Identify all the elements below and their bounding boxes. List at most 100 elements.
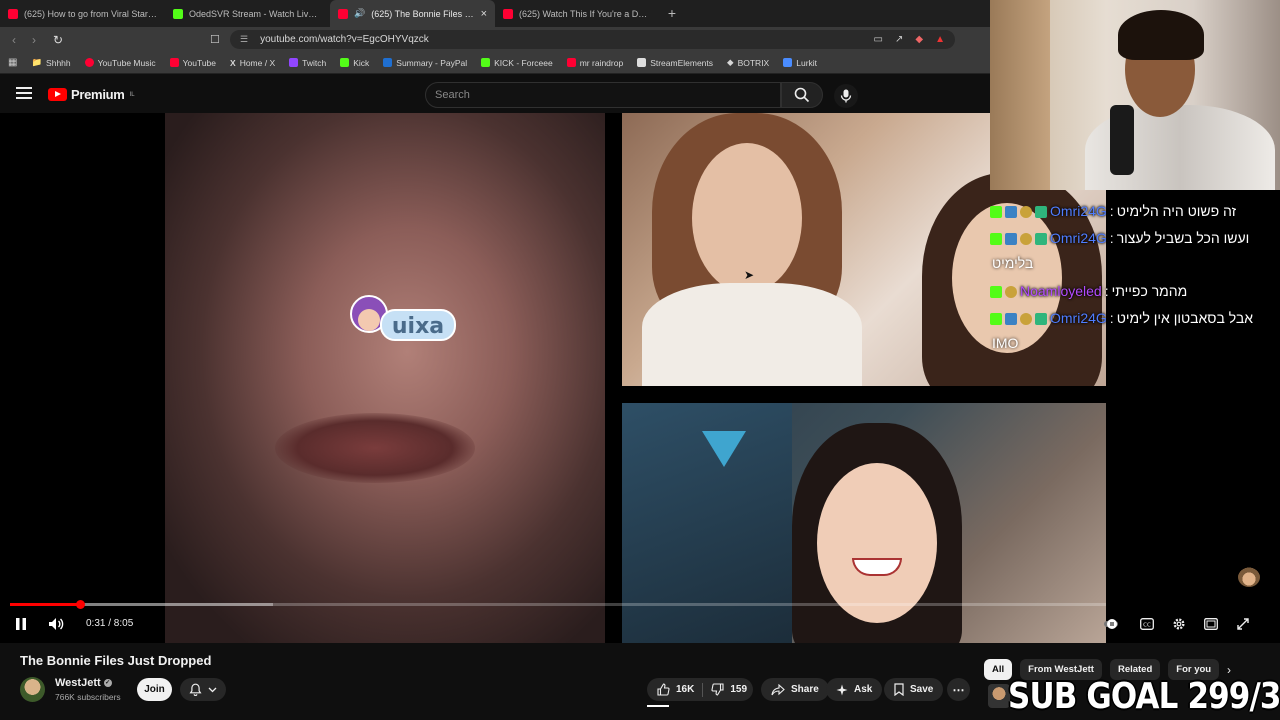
- bookmark-item[interactable]: YouTube Music: [84, 58, 156, 68]
- bookmark-item[interactable]: mr raindrop: [566, 58, 623, 68]
- mouse-cursor-icon: ➤: [744, 268, 755, 282]
- bookmark-item[interactable]: Kick: [340, 58, 369, 68]
- forward-icon[interactable]: ›: [24, 33, 44, 47]
- chat-username: Omri24G: [1050, 310, 1107, 326]
- reload-icon[interactable]: ↻: [48, 33, 68, 47]
- autoplay-icon: [1104, 619, 1118, 629]
- bookmark-item[interactable]: ◆ BOTRIX: [727, 57, 769, 68]
- subscription-bell-button[interactable]: [180, 678, 226, 701]
- subscriber-badge-icon: [1005, 205, 1017, 218]
- chat-message-continuation: IMO: [992, 335, 1019, 351]
- channel-name-link[interactable]: WestJett ✓: [55, 677, 112, 689]
- gift-badge-icon: [1020, 232, 1032, 245]
- kick-icon: [340, 58, 350, 67]
- url-text: youtube.com/watch?v=EgcOHYVqzck: [260, 34, 429, 45]
- progress-bar[interactable]: [10, 600, 1106, 609]
- search-icon: [794, 87, 810, 103]
- uixa-sticker: uixa: [350, 295, 456, 341]
- chevron-right-icon[interactable]: ›: [1227, 663, 1231, 677]
- youtube-logo[interactable]: Premium IL: [48, 87, 135, 102]
- thumbs-up-icon: [657, 683, 670, 696]
- lurkit-icon: [783, 58, 793, 67]
- chat-message: Omri24G : ועשו הכל בשביל לעצור: [990, 225, 1280, 252]
- save-button[interactable]: Save: [884, 678, 944, 701]
- channel-avatar[interactable]: [20, 677, 45, 702]
- extension-icon[interactable]: ▲: [935, 34, 945, 45]
- video-title: The Bonnie Files Just Dropped: [20, 653, 212, 668]
- apps-grid-icon[interactable]: ▦: [8, 57, 17, 68]
- dislike-button[interactable]: 159: [703, 683, 755, 696]
- cast-icon[interactable]: ▭: [874, 34, 883, 45]
- back-icon[interactable]: ‹: [4, 33, 24, 47]
- twitch-icon: [289, 58, 299, 67]
- browser-tab[interactable]: (625) Watch This If You're a Depress: [495, 0, 660, 27]
- close-tab-icon[interactable]: ×: [481, 8, 487, 20]
- chevron-down-icon: [208, 687, 217, 692]
- chat-message-text: ועשו הכל בשביל לעצור: [1116, 230, 1250, 246]
- pause-button[interactable]: [14, 616, 28, 632]
- stream-chat-overlay: Omri24G : זה פשוט היה הלימיט Omri24G : ו…: [990, 198, 1280, 354]
- autoplay-toggle[interactable]: [1103, 616, 1119, 632]
- more-horizontal-icon: ⋯: [952, 682, 965, 697]
- streamer-webcam: [990, 0, 1280, 190]
- more-actions-button[interactable]: ⋯: [947, 678, 970, 701]
- gift-badge-icon: [1005, 285, 1017, 298]
- theater-mode-icon: [1204, 618, 1218, 630]
- ask-button[interactable]: Ask: [826, 678, 883, 701]
- youtube-favicon-icon: [338, 8, 348, 19]
- dislike-count: 159: [730, 684, 748, 695]
- volume-button[interactable]: [48, 616, 64, 632]
- theater-mode-button[interactable]: [1203, 616, 1219, 632]
- search-button[interactable]: [781, 82, 823, 108]
- site-settings-icon[interactable]: ☰: [240, 34, 248, 45]
- browser-tab[interactable]: (625) How to go from Viral Star to Se: [0, 0, 165, 27]
- browser-tab-strip: (625) How to go from Viral Star to Se Od…: [0, 0, 990, 27]
- settings-button[interactable]: [1171, 616, 1187, 632]
- bookmark-icon[interactable]: ☐: [210, 33, 220, 46]
- tab-title: (625) The Bonnie Files Just Di: [371, 8, 475, 19]
- browser-tab[interactable]: OdedSVR Stream - Watch Live on Ki: [165, 0, 330, 27]
- bookmark-item[interactable]: X Home / X: [230, 58, 275, 68]
- sub-goal-emote: [988, 684, 1010, 708]
- video-frame-left: [165, 113, 605, 643]
- bookmark-item[interactable]: 📁 Shhhh: [31, 57, 70, 68]
- vip-badge-icon: [1035, 205, 1047, 218]
- extension-icon[interactable]: ◆: [915, 34, 923, 45]
- share-button[interactable]: Share: [761, 678, 829, 701]
- bookmark-item[interactable]: Summary - PayPal: [383, 58, 467, 68]
- fullscreen-button[interactable]: [1235, 616, 1251, 632]
- bookmark-item[interactable]: StreamElements: [637, 58, 713, 68]
- botrix-icon: ◆: [727, 57, 734, 67]
- like-button[interactable]: 16K: [647, 682, 704, 697]
- youtube-header: Premium IL Search: [0, 75, 990, 113]
- video-player[interactable]: [0, 113, 1280, 643]
- join-button[interactable]: Join: [137, 678, 172, 701]
- video-frame-bottom-right: [622, 403, 1106, 643]
- time-display: 0:31 / 8:05: [86, 618, 134, 629]
- bookmarks-bar: ▦ 📁 Shhhh YouTube Music YouTube X Home / X…: [0, 52, 990, 74]
- address-bar[interactable]: ☰ youtube.com/watch?v=EgcOHYVqzck ▭ ↗ ◆ …: [230, 30, 955, 49]
- youtube-favicon-icon: [503, 8, 513, 19]
- bookmark-item[interactable]: YouTube: [169, 58, 216, 68]
- bookmark-item[interactable]: Twitch: [289, 58, 326, 68]
- voice-search-button[interactable]: [834, 84, 858, 108]
- bookmark-item[interactable]: KICK - Forceee: [481, 58, 553, 68]
- chat-message: Noamloyeled : מהמר כפייתי: [990, 278, 1280, 305]
- new-tab-button[interactable]: +: [660, 0, 684, 27]
- streamelements-icon: [637, 58, 647, 67]
- captions-button[interactable]: CC: [1139, 616, 1155, 632]
- like-count: 16K: [676, 684, 695, 695]
- menu-icon[interactable]: [16, 87, 32, 102]
- share-icon[interactable]: ↗: [895, 34, 903, 45]
- chat-message-text: זה פשוט היה הלימיט: [1116, 203, 1237, 219]
- emote-sticker: [1238, 567, 1260, 587]
- sparkle-icon: [836, 684, 848, 695]
- browser-tab-active[interactable]: 🔊 (625) The Bonnie Files Just Di ×: [330, 0, 495, 27]
- sticker-text: uixa: [392, 314, 444, 339]
- bookmark-item[interactable]: Lurkit: [783, 58, 817, 68]
- browser-toolbar: ‹ › ↻ ☐ ☰ youtube.com/watch?v=EgcOHYVqzc…: [0, 27, 990, 52]
- kick-badge-icon: [990, 312, 1002, 325]
- speaker-icon: 🔊: [354, 8, 366, 18]
- gear-icon: [1173, 618, 1185, 630]
- search-input[interactable]: Search: [425, 82, 781, 108]
